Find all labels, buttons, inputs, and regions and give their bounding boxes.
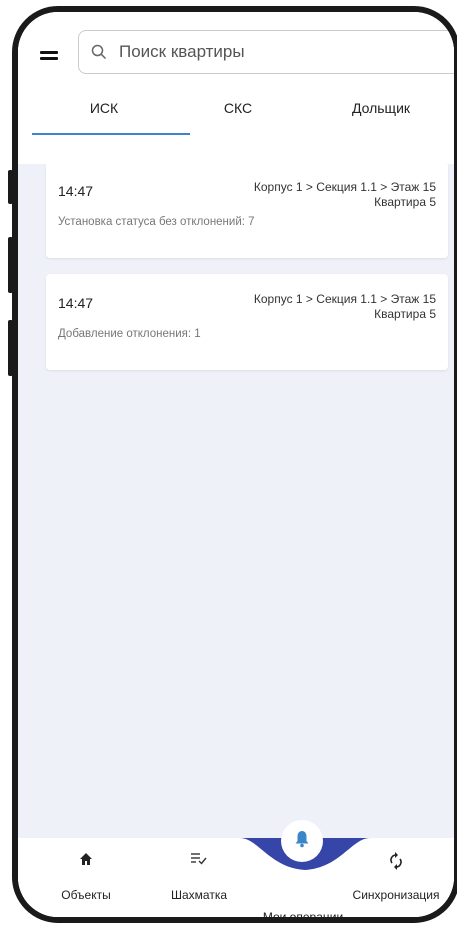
nav-item-objects[interactable]: Объекты [56, 852, 116, 902]
app-screen: ИСК СКС Дольщик 14:47 Корпус 1 > Секция … [18, 12, 454, 917]
list-check-icon [164, 852, 234, 870]
tab-isk[interactable]: ИСК [62, 98, 146, 134]
sync-icon [348, 852, 444, 870]
tab-dolshchik[interactable]: Дольщик [336, 98, 426, 134]
active-tab-indicator [32, 133, 190, 135]
operation-card[interactable]: 14:47 Корпус 1 > Секция 1.1 > Этаж 15 Кв… [46, 162, 448, 258]
nav-item-chessboard[interactable]: Шахматка [164, 852, 234, 902]
location-apartment: Квартира 5 [374, 195, 436, 209]
menu-button[interactable] [40, 48, 62, 66]
tab-sks[interactable]: СКС [208, 98, 268, 134]
nav-item-sync[interactable]: Синхронизация [348, 852, 444, 902]
phone-frame: ИСК СКС Дольщик 14:47 Корпус 1 > Секция … [12, 6, 457, 923]
bell-icon [294, 830, 310, 853]
location-path: Корпус 1 > Секция 1.1 > Этаж 15 [253, 180, 436, 194]
my-operations-fab[interactable] [281, 820, 323, 862]
operation-location: Корпус 1 > Секция 1.1 > Этаж 15 Квартира… [254, 180, 436, 210]
operation-card[interactable]: 14:47 Корпус 1 > Секция 1.1 > Этаж 15 Кв… [46, 274, 448, 370]
nav-label: Шахматка [170, 888, 227, 902]
operation-location: Корпус 1 > Секция 1.1 > Этаж 15 Квартира… [254, 292, 436, 322]
location-apartment: Квартира 5 [374, 307, 436, 321]
operation-time: 14:47 [58, 183, 94, 199]
app-header: ИСК СКС Дольщик [18, 12, 454, 164]
nav-label: Синхронизация [352, 888, 440, 902]
search-box[interactable] [78, 30, 454, 74]
home-icon [56, 852, 116, 870]
operation-description: Добавление отклонения: 1 [58, 328, 201, 340]
nav-label: Объекты [61, 888, 111, 902]
tab-bar: ИСК СКС Дольщик [18, 98, 454, 138]
operation-time: 14:47 [58, 295, 94, 311]
search-input[interactable] [119, 42, 399, 62]
search-icon [91, 44, 107, 60]
location-path: Корпус 1 > Секция 1.1 > Этаж 15 [253, 292, 436, 306]
nav-item-my-operations[interactable]: Мои операции [258, 910, 348, 917]
operation-description: Установка статуса без отклонений: 7 [58, 216, 255, 228]
